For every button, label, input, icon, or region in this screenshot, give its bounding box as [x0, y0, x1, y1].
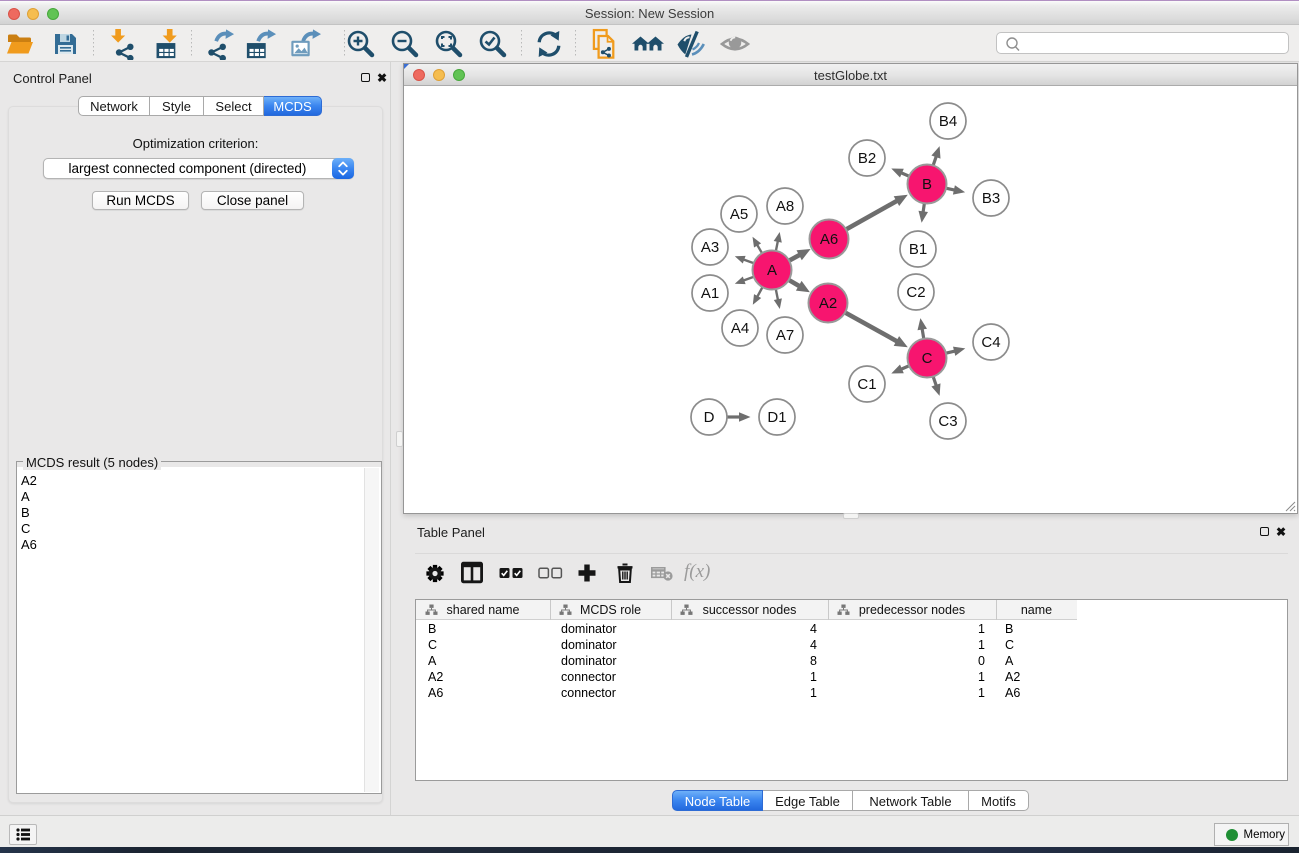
svg-text:B2: B2 [858, 150, 876, 167]
svg-text:A4: A4 [731, 320, 749, 337]
svg-text:A5: A5 [730, 206, 748, 223]
svg-text:D1: D1 [767, 409, 786, 426]
svg-text:A7: A7 [776, 327, 794, 344]
svg-text:A6: A6 [820, 231, 838, 248]
svg-text:A3: A3 [701, 239, 719, 256]
svg-text:B4: B4 [939, 113, 957, 130]
svg-text:D: D [704, 409, 715, 426]
svg-text:C: C [922, 350, 933, 367]
svg-text:A2: A2 [819, 295, 837, 312]
svg-text:B3: B3 [982, 190, 1000, 207]
svg-text:C2: C2 [906, 284, 925, 301]
svg-text:C3: C3 [938, 413, 957, 430]
svg-text:A: A [767, 262, 777, 279]
svg-text:C4: C4 [981, 334, 1000, 351]
svg-text:B: B [922, 176, 932, 193]
svg-text:A8: A8 [776, 198, 794, 215]
svg-text:A1: A1 [701, 285, 719, 302]
svg-text:C1: C1 [857, 376, 876, 393]
svg-text:B1: B1 [909, 241, 927, 258]
